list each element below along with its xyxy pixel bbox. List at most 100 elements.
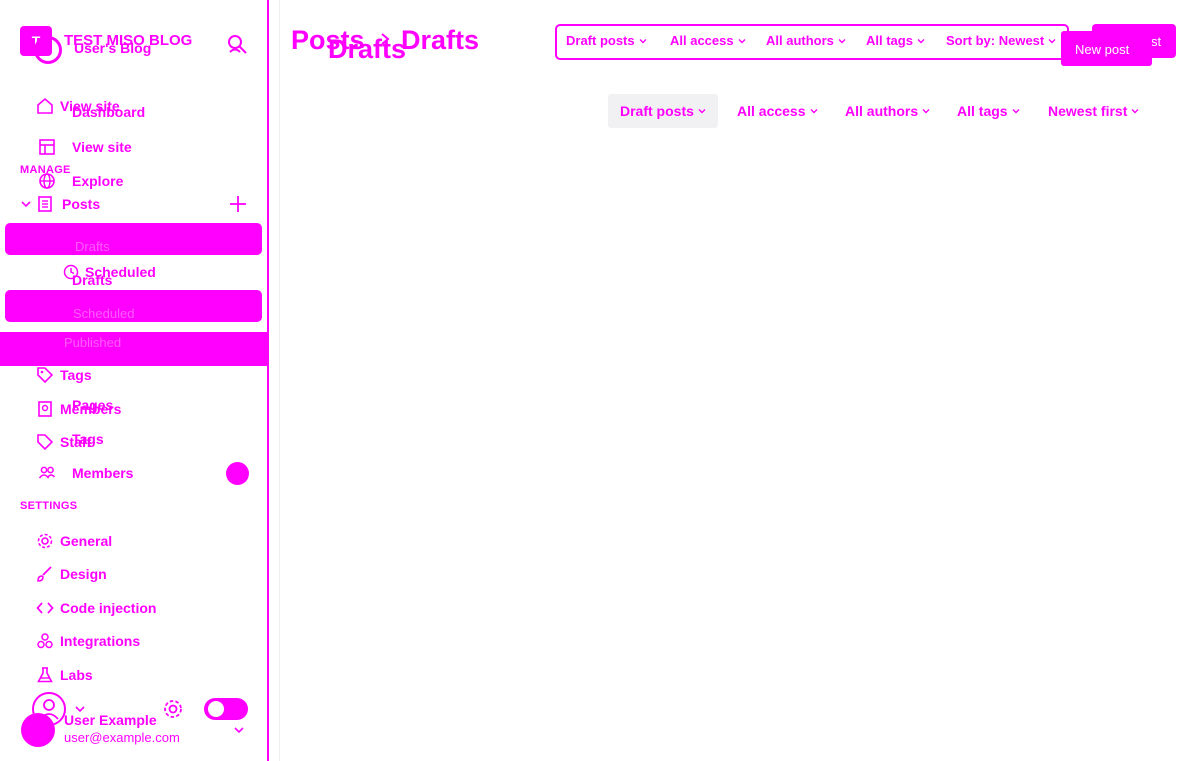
nav-members[interactable]: Members bbox=[36, 400, 121, 418]
staff-icon bbox=[37, 434, 54, 451]
nav-design-label: Design bbox=[60, 566, 107, 582]
site-logo-ring bbox=[34, 36, 62, 64]
nav-view-site[interactable]: View site bbox=[38, 138, 132, 156]
nav-integrations[interactable]: Integrations bbox=[36, 632, 140, 650]
nav-design[interactable]: Design bbox=[36, 565, 107, 583]
top-filter-sort[interactable]: Sort by: Newest bbox=[946, 33, 1056, 48]
layout-icon bbox=[39, 139, 55, 155]
nav-dashboard[interactable]: Dashboard bbox=[72, 104, 145, 120]
chevron-down-icon bbox=[639, 38, 647, 43]
nav-code-injection-label: Code injection bbox=[60, 600, 157, 616]
nav-general-label: General bbox=[60, 533, 113, 549]
top-filter-type-label: Draft posts bbox=[566, 33, 635, 48]
filter-type[interactable]: Draft posts bbox=[608, 94, 718, 128]
top-filter-access-label: All access bbox=[670, 33, 734, 48]
top-filter-authors[interactable]: All authors bbox=[766, 33, 846, 48]
nav-current-bar[interactable]: Published bbox=[0, 332, 267, 366]
nav-explore[interactable]: Explore bbox=[38, 172, 123, 190]
filter-tags[interactable]: All tags bbox=[945, 94, 1032, 128]
chevron-down-icon bbox=[838, 38, 846, 43]
nav-explore-label: Explore bbox=[72, 173, 124, 189]
gear-icon bbox=[164, 700, 182, 718]
page-title: Drafts bbox=[328, 34, 407, 64]
nav-tags[interactable]: Tags bbox=[36, 366, 92, 384]
new-post-plus-button[interactable] bbox=[228, 194, 248, 214]
globe-icon bbox=[39, 173, 55, 189]
nav-general[interactable]: General bbox=[36, 532, 112, 550]
members-icon bbox=[38, 401, 52, 417]
chevron-down-icon bbox=[234, 727, 244, 734]
nav-staff-label: Staff bbox=[60, 434, 92, 450]
top-filter-authors-label: All authors bbox=[766, 33, 834, 48]
nav-labs[interactable]: Labs bbox=[36, 666, 93, 684]
top-filter-tags[interactable]: All tags bbox=[866, 33, 925, 48]
nav-members-b-label: Members bbox=[72, 465, 134, 481]
top-filter-tags-label: All tags bbox=[866, 33, 913, 48]
chevron-down-icon bbox=[1048, 38, 1056, 43]
nav-staff[interactable]: Staff bbox=[36, 433, 91, 451]
chevron-down-icon bbox=[917, 38, 925, 43]
members-badge bbox=[226, 462, 249, 485]
nav-posts-label: Posts bbox=[62, 196, 101, 212]
search-icon bbox=[228, 35, 247, 54]
home-icon bbox=[37, 97, 53, 114]
night-mode-toggle-knob bbox=[208, 701, 224, 717]
top-filter-type[interactable]: Draft posts bbox=[566, 33, 647, 48]
sidebar-divider bbox=[267, 0, 269, 761]
nav-code-injection[interactable]: Code injection bbox=[36, 599, 156, 617]
gear-icon bbox=[37, 533, 53, 549]
plus-icon bbox=[230, 196, 246, 212]
user-avatar[interactable] bbox=[21, 713, 55, 747]
nav-published-active[interactable]: Scheduled bbox=[5, 290, 262, 322]
filter-sort[interactable]: Newest first bbox=[1036, 94, 1151, 128]
nav-labs-label: Labs bbox=[60, 667, 93, 683]
brush-icon bbox=[37, 566, 52, 582]
top-filter-access[interactable]: All access bbox=[670, 33, 746, 48]
top-filter-sort-label: Sort by: Newest bbox=[946, 33, 1045, 48]
sidebar-shadow bbox=[279, 0, 280, 761]
new-post-button-alt[interactable]: New post bbox=[1061, 31, 1152, 66]
chevron-down-icon bbox=[698, 109, 706, 114]
posts-icon bbox=[38, 196, 52, 212]
user-name: User Example bbox=[64, 712, 157, 728]
code-icon bbox=[36, 602, 54, 614]
nav-drafts-active[interactable]: Drafts bbox=[5, 223, 262, 255]
chevron-down-icon bbox=[922, 109, 930, 114]
chevron-down-icon bbox=[810, 109, 817, 114]
sidebar: T TEST MISO BLOG User's Blog View site D… bbox=[0, 0, 268, 761]
filter-authors-label: All authors bbox=[845, 103, 919, 119]
settings-section-label: SETTINGS bbox=[20, 500, 78, 512]
nav-posts[interactable]: Posts bbox=[20, 195, 100, 213]
search-button[interactable] bbox=[225, 33, 249, 57]
integrations-icon bbox=[37, 633, 53, 649]
chevron-down-icon bbox=[21, 201, 31, 208]
tag-icon bbox=[37, 367, 54, 384]
nav-tags-label: Tags bbox=[60, 367, 92, 383]
nav-drafts-active-label: Drafts bbox=[75, 239, 110, 254]
user-email: user@example.com bbox=[64, 730, 180, 745]
chevron-down-icon bbox=[1131, 109, 1139, 114]
nav-members-b[interactable]: Members bbox=[38, 464, 133, 482]
filter-access-label: All access bbox=[737, 103, 806, 119]
nav-current-bar-label: Published bbox=[64, 335, 122, 350]
post-list bbox=[290, 140, 1180, 740]
settings-gear-button[interactable] bbox=[162, 698, 184, 720]
new-post-button-alt-label: New post bbox=[1075, 42, 1130, 57]
filter-tags-label: All tags bbox=[957, 103, 1008, 119]
nav-drafts-label-b[interactable]: Drafts bbox=[72, 272, 112, 288]
filter-authors[interactable]: All authors bbox=[833, 94, 942, 128]
filter-type-label: Draft posts bbox=[620, 103, 694, 119]
night-mode-toggle[interactable] bbox=[204, 698, 248, 720]
filter-access[interactable]: All access bbox=[725, 94, 830, 128]
filter-sort-label: Newest first bbox=[1048, 103, 1128, 119]
members-icon bbox=[38, 466, 56, 479]
user-menu-caret-b[interactable] bbox=[233, 724, 245, 736]
nav-published-active-label: Scheduled bbox=[73, 306, 135, 321]
nav-integrations-label: Integrations bbox=[60, 633, 141, 649]
chevron-down-icon bbox=[1012, 109, 1020, 114]
flask-icon bbox=[37, 667, 53, 683]
breadcrumb-current: Drafts bbox=[401, 25, 480, 55]
nav-members-label: Members bbox=[60, 401, 122, 417]
site-subtitle: User's Blog bbox=[74, 40, 152, 56]
chevron-down-icon bbox=[738, 38, 746, 43]
